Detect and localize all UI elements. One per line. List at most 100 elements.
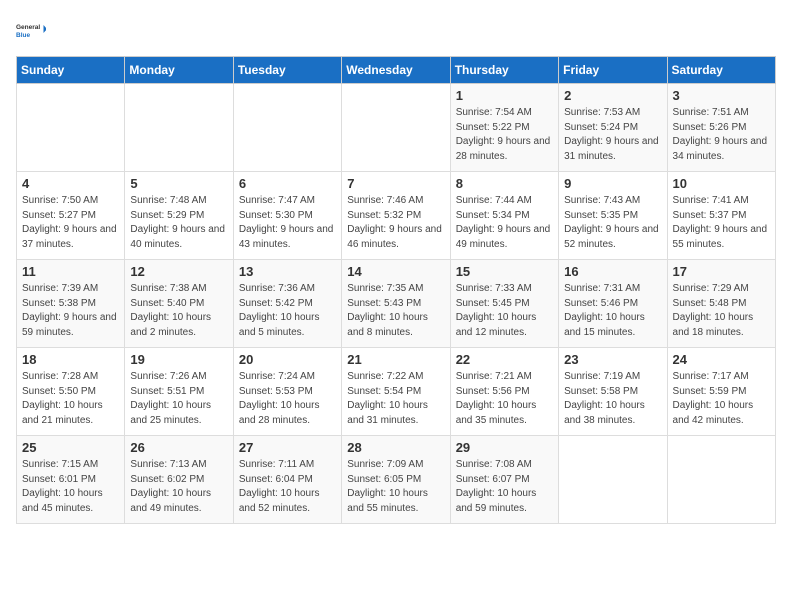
day-info: Sunrise: 7:38 AM Sunset: 5:40 PM Dayligh…	[130, 282, 227, 340]
calendar-cell: 11 Sunrise: 7:39 AM Sunset: 5:38 PM Dayli…	[17, 260, 125, 348]
calendar-cell: 25 Sunrise: 7:15 AM Sunset: 6:01 PM Dayli…	[17, 436, 125, 524]
day-number: 7	[347, 176, 444, 191]
weekday-header-tuesday: Tuesday	[233, 57, 341, 84]
header: General Blue	[16, 16, 776, 46]
day-number: 19	[130, 352, 227, 367]
day-info: Sunrise: 7:28 AM Sunset: 5:50 PM Dayligh…	[22, 370, 119, 428]
day-number: 29	[456, 440, 553, 455]
day-number: 21	[347, 352, 444, 367]
day-info: Sunrise: 7:31 AM Sunset: 5:46 PM Dayligh…	[564, 282, 661, 340]
calendar-cell: 14 Sunrise: 7:35 AM Sunset: 5:43 PM Dayli…	[342, 260, 450, 348]
calendar-cell: 8 Sunrise: 7:44 AM Sunset: 5:34 PM Daylig…	[450, 172, 558, 260]
day-number: 5	[130, 176, 227, 191]
weekday-header-thursday: Thursday	[450, 57, 558, 84]
day-number: 22	[456, 352, 553, 367]
calendar-cell: 24 Sunrise: 7:17 AM Sunset: 5:59 PM Dayli…	[667, 348, 775, 436]
day-info: Sunrise: 7:35 AM Sunset: 5:43 PM Dayligh…	[347, 282, 444, 340]
calendar-cell: 15 Sunrise: 7:33 AM Sunset: 5:45 PM Dayli…	[450, 260, 558, 348]
calendar-cell	[667, 436, 775, 524]
day-info: Sunrise: 7:48 AM Sunset: 5:29 PM Dayligh…	[130, 194, 227, 252]
calendar-cell: 22 Sunrise: 7:21 AM Sunset: 5:56 PM Dayli…	[450, 348, 558, 436]
day-info: Sunrise: 7:08 AM Sunset: 6:07 PM Dayligh…	[456, 458, 553, 516]
day-info: Sunrise: 7:11 AM Sunset: 6:04 PM Dayligh…	[239, 458, 336, 516]
day-number: 6	[239, 176, 336, 191]
day-number: 10	[673, 176, 770, 191]
calendar-cell: 3 Sunrise: 7:51 AM Sunset: 5:26 PM Daylig…	[667, 84, 775, 172]
day-number: 27	[239, 440, 336, 455]
calendar-cell: 23 Sunrise: 7:19 AM Sunset: 5:58 PM Dayli…	[559, 348, 667, 436]
calendar-cell: 12 Sunrise: 7:38 AM Sunset: 5:40 PM Dayli…	[125, 260, 233, 348]
day-number: 4	[22, 176, 119, 191]
calendar-cell	[17, 84, 125, 172]
calendar-cell: 9 Sunrise: 7:43 AM Sunset: 5:35 PM Daylig…	[559, 172, 667, 260]
weekday-header-saturday: Saturday	[667, 57, 775, 84]
calendar-cell	[342, 84, 450, 172]
calendar-cell: 6 Sunrise: 7:47 AM Sunset: 5:30 PM Daylig…	[233, 172, 341, 260]
day-info: Sunrise: 7:54 AM Sunset: 5:22 PM Dayligh…	[456, 106, 553, 164]
day-number: 15	[456, 264, 553, 279]
day-info: Sunrise: 7:21 AM Sunset: 5:56 PM Dayligh…	[456, 370, 553, 428]
day-info: Sunrise: 7:09 AM Sunset: 6:05 PM Dayligh…	[347, 458, 444, 516]
calendar-cell: 7 Sunrise: 7:46 AM Sunset: 5:32 PM Daylig…	[342, 172, 450, 260]
day-info: Sunrise: 7:19 AM Sunset: 5:58 PM Dayligh…	[564, 370, 661, 428]
svg-text:Blue: Blue	[16, 32, 30, 39]
day-info: Sunrise: 7:22 AM Sunset: 5:54 PM Dayligh…	[347, 370, 444, 428]
calendar-cell: 20 Sunrise: 7:24 AM Sunset: 5:53 PM Dayli…	[233, 348, 341, 436]
day-number: 9	[564, 176, 661, 191]
day-info: Sunrise: 7:47 AM Sunset: 5:30 PM Dayligh…	[239, 194, 336, 252]
day-number: 11	[22, 264, 119, 279]
weekday-header-wednesday: Wednesday	[342, 57, 450, 84]
day-number: 18	[22, 352, 119, 367]
calendar-cell: 13Sunrise: 7:36 AM Sunset: 5:42 PM Dayli…	[233, 260, 341, 348]
day-info: Sunrise: 7:46 AM Sunset: 5:32 PM Dayligh…	[347, 194, 444, 252]
day-info: Sunrise: 7:26 AM Sunset: 5:51 PM Dayligh…	[130, 370, 227, 428]
day-number: 26	[130, 440, 227, 455]
day-info: Sunrise: 7:44 AM Sunset: 5:34 PM Dayligh…	[456, 194, 553, 252]
weekday-header-friday: Friday	[559, 57, 667, 84]
calendar-cell: 4 Sunrise: 7:50 AM Sunset: 5:27 PM Daylig…	[17, 172, 125, 260]
day-number: 17	[673, 264, 770, 279]
calendar-cell: 28 Sunrise: 7:09 AM Sunset: 6:05 PM Dayli…	[342, 436, 450, 524]
calendar-cell: 26 Sunrise: 7:13 AM Sunset: 6:02 PM Dayli…	[125, 436, 233, 524]
weekday-header-monday: Monday	[125, 57, 233, 84]
day-number: 20	[239, 352, 336, 367]
svg-text:General: General	[16, 24, 40, 31]
day-info: Sunrise: 7:17 AM Sunset: 5:59 PM Dayligh…	[673, 370, 770, 428]
day-number: 3	[673, 88, 770, 103]
calendar-cell: 27 Sunrise: 7:11 AM Sunset: 6:04 PM Dayli…	[233, 436, 341, 524]
day-number: 23	[564, 352, 661, 367]
calendar-table: SundayMondayTuesdayWednesdayThursdayFrid…	[16, 56, 776, 524]
day-number: 14	[347, 264, 444, 279]
calendar-cell: 29 Sunrise: 7:08 AM Sunset: 6:07 PM Dayli…	[450, 436, 558, 524]
calendar-cell	[125, 84, 233, 172]
weekday-header-sunday: Sunday	[17, 57, 125, 84]
calendar-cell	[233, 84, 341, 172]
calendar-cell	[559, 436, 667, 524]
calendar-cell: 2 Sunrise: 7:53 AM Sunset: 5:24 PM Daylig…	[559, 84, 667, 172]
day-info: Sunrise: 7:13 AM Sunset: 6:02 PM Dayligh…	[130, 458, 227, 516]
calendar-cell: 5 Sunrise: 7:48 AM Sunset: 5:29 PM Daylig…	[125, 172, 233, 260]
calendar-cell: 17 Sunrise: 7:29 AM Sunset: 5:48 PM Dayli…	[667, 260, 775, 348]
calendar-cell: 18 Sunrise: 7:28 AM Sunset: 5:50 PM Dayli…	[17, 348, 125, 436]
day-info: Sunrise: 7:33 AM Sunset: 5:45 PM Dayligh…	[456, 282, 553, 340]
calendar-cell: 10 Sunrise: 7:41 AM Sunset: 5:37 PM Dayli…	[667, 172, 775, 260]
day-info: Sunrise: 7:51 AM Sunset: 5:26 PM Dayligh…	[673, 106, 770, 164]
day-info: Sunrise: 7:53 AM Sunset: 5:24 PM Dayligh…	[564, 106, 661, 164]
day-number: 25	[22, 440, 119, 455]
day-info: Sunrise: 7:41 AM Sunset: 5:37 PM Dayligh…	[673, 194, 770, 252]
day-info: Sunrise: 7:29 AM Sunset: 5:48 PM Dayligh…	[673, 282, 770, 340]
day-number: 28	[347, 440, 444, 455]
day-number: 8	[456, 176, 553, 191]
day-info: Sunrise: 7:15 AM Sunset: 6:01 PM Dayligh…	[22, 458, 119, 516]
day-info: Sunrise: 7:43 AM Sunset: 5:35 PM Dayligh…	[564, 194, 661, 252]
day-number: 2	[564, 88, 661, 103]
day-info: Sunrise: 7:50 AM Sunset: 5:27 PM Dayligh…	[22, 194, 119, 252]
logo: General Blue	[16, 16, 46, 46]
day-info: Sunrise: 7:39 AM Sunset: 5:38 PM Dayligh…	[22, 282, 119, 340]
day-number: 12	[130, 264, 227, 279]
day-number: 1	[456, 88, 553, 103]
day-number: 24	[673, 352, 770, 367]
day-info: Sunrise: 7:24 AM Sunset: 5:53 PM Dayligh…	[239, 370, 336, 428]
calendar-cell: 1 Sunrise: 7:54 AM Sunset: 5:22 PM Daylig…	[450, 84, 558, 172]
calendar-cell: 21 Sunrise: 7:22 AM Sunset: 5:54 PM Dayli…	[342, 348, 450, 436]
